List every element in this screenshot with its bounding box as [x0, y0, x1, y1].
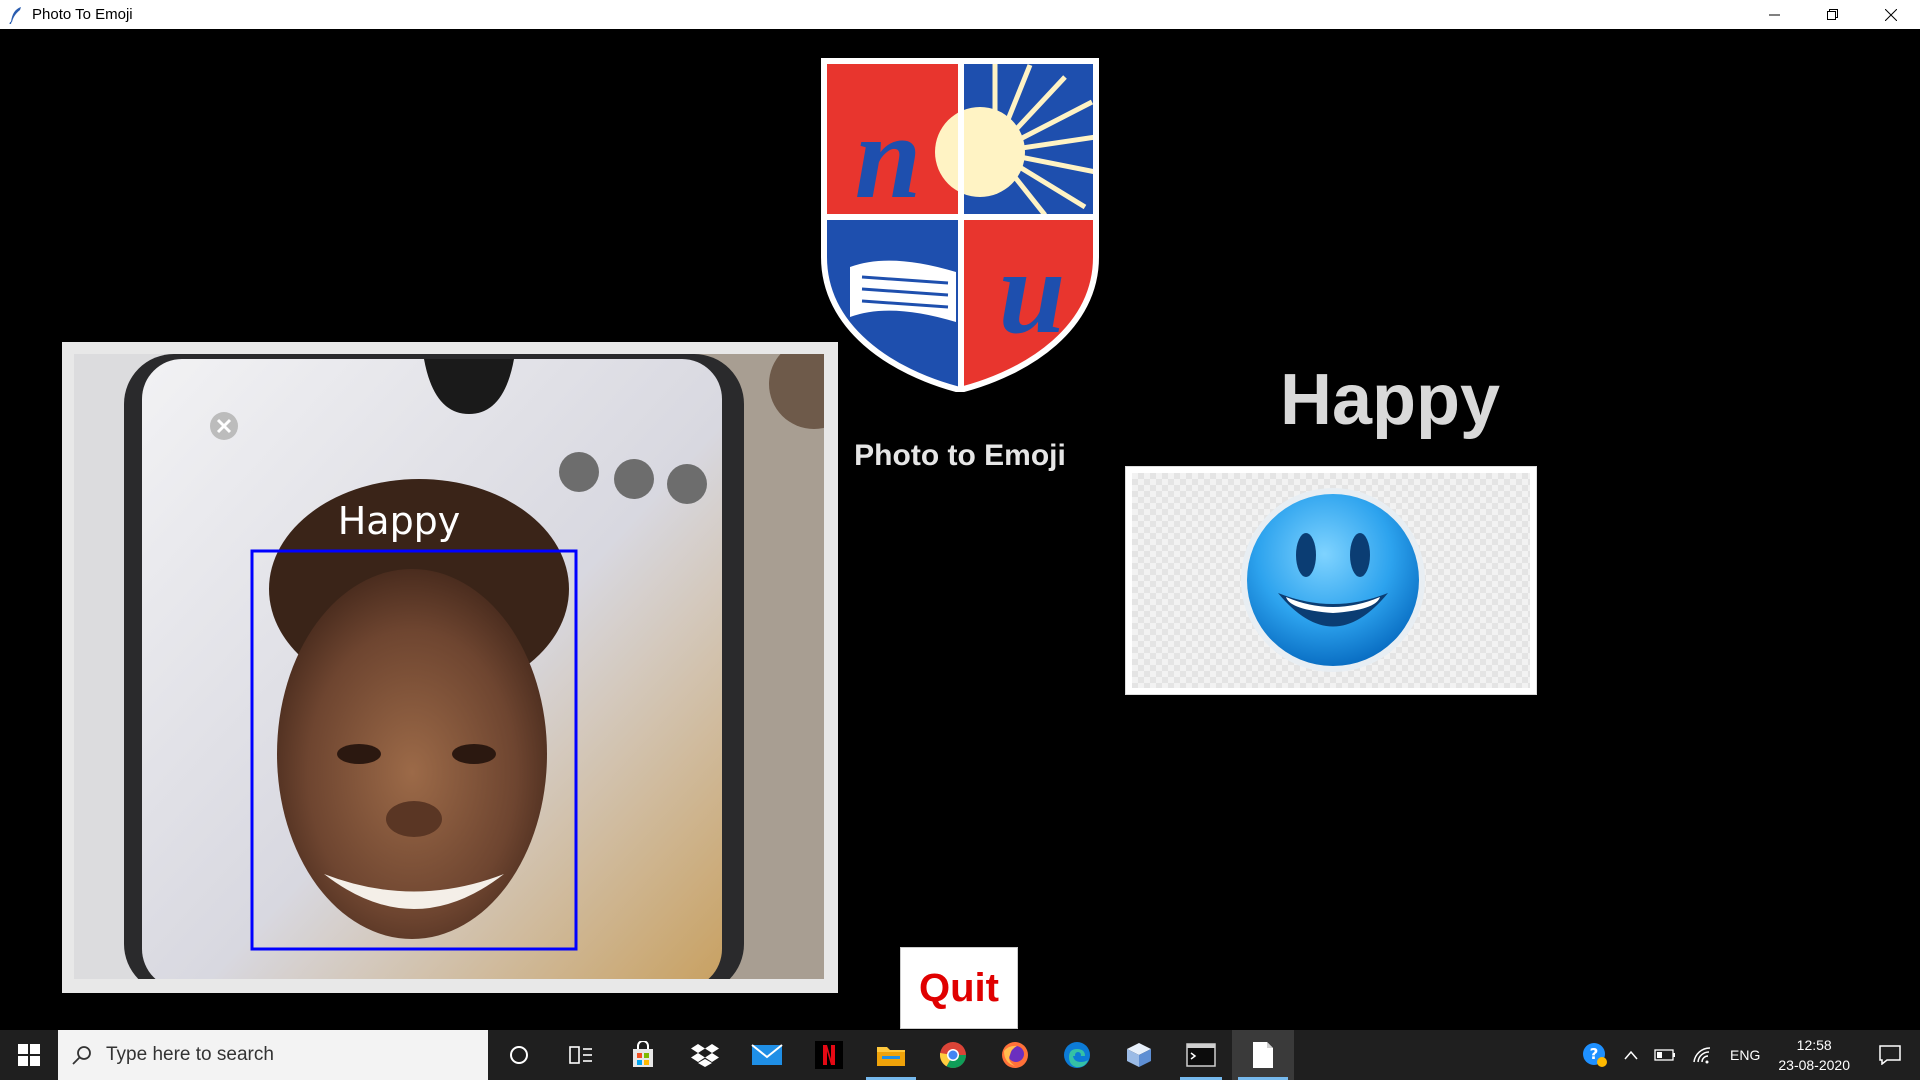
chrome-icon: [939, 1042, 967, 1069]
wifi-icon: [1693, 1047, 1711, 1064]
emoji-panel: [1125, 466, 1537, 695]
task-view-icon: [569, 1046, 592, 1064]
title-bar: Photo To Emoji: [0, 0, 1920, 29]
store-icon: [633, 1041, 653, 1067]
university-logo: n u: [821, 58, 1099, 392]
video-emotion-label: Happy: [338, 499, 461, 543]
help-icon: ?: [1583, 1043, 1608, 1067]
start-button[interactable]: [0, 1030, 58, 1080]
close-icon: [1885, 8, 1897, 21]
detected-emotion-heading: Happy: [1279, 360, 1501, 440]
action-center-button[interactable]: [1860, 1030, 1920, 1080]
minimize-icon: [1769, 14, 1780, 15]
chrome-button[interactable]: [922, 1030, 984, 1080]
edge-button[interactable]: [1046, 1030, 1108, 1080]
netflix-button[interactable]: [798, 1030, 860, 1080]
notepad-icon: [1253, 1042, 1273, 1068]
mail-icon: [751, 1044, 783, 1065]
box-app-icon: [1127, 1043, 1151, 1067]
help-tray-button[interactable]: ?: [1574, 1030, 1616, 1080]
wifi-tray-button[interactable]: [1684, 1030, 1722, 1080]
feather-icon: [6, 5, 26, 25]
store-button[interactable]: [612, 1030, 674, 1080]
close-button[interactable]: [1862, 0, 1920, 29]
battery-tray-button[interactable]: [1646, 1030, 1684, 1080]
restore-button[interactable]: [1804, 0, 1862, 29]
notepad-button[interactable]: [1232, 1030, 1294, 1080]
webcam-video: Happy: [74, 354, 824, 979]
netflix-icon: [815, 1041, 843, 1069]
window-controls: [1746, 0, 1920, 29]
notification-icon: [1879, 1045, 1901, 1065]
clock-time: 12:58: [1796, 1037, 1832, 1053]
taskbar-search-box[interactable]: Type here to search: [58, 1030, 488, 1080]
file-explorer-button[interactable]: [860, 1030, 922, 1080]
dropbox-icon: [691, 1044, 719, 1067]
webcam-image: Happy: [74, 354, 824, 979]
clock[interactable]: 12:58 23-08-2020: [1768, 1035, 1860, 1075]
minimize-button[interactable]: [1746, 0, 1804, 29]
cortana-icon: [510, 1046, 528, 1064]
search-icon: [72, 1046, 91, 1065]
svg-text:?: ?: [1590, 1045, 1599, 1063]
firefox-button[interactable]: [984, 1030, 1046, 1080]
battery-icon: [1654, 1049, 1676, 1061]
task-view-button[interactable]: [550, 1030, 612, 1080]
firefox-icon: [1002, 1042, 1028, 1068]
video-feed-frame: Happy: [62, 342, 838, 993]
terminal-button[interactable]: [1170, 1030, 1232, 1080]
mail-button[interactable]: [736, 1030, 798, 1080]
chevron-up-icon: [1624, 1050, 1638, 1060]
happy-emoji-icon: [1241, 488, 1425, 672]
terminal-icon: [1186, 1043, 1216, 1067]
language-indicator[interactable]: ENG: [1722, 1030, 1768, 1080]
app-title: Photo to Emoji: [854, 439, 1066, 472]
edge-icon: [1064, 1042, 1090, 1068]
dropbox-button[interactable]: [674, 1030, 736, 1080]
show-hidden-icons-button[interactable]: [1616, 1030, 1646, 1080]
restore-icon: [1827, 8, 1838, 20]
system-tray: ? ENG 12:58 23-08-2020: [1574, 1030, 1920, 1080]
logo-letter-u: u: [999, 225, 1066, 358]
window-title: Photo To Emoji: [32, 6, 133, 23]
logo-letter-n: n: [855, 90, 922, 223]
quit-button[interactable]: Quit: [900, 947, 1018, 1029]
windows-icon: [18, 1044, 40, 1066]
file-explorer-icon: [877, 1047, 905, 1066]
clock-date: 23-08-2020: [1778, 1057, 1850, 1073]
box-app-button[interactable]: [1108, 1030, 1170, 1080]
app-window: n u Photo to Emoji Happy Happy Quit: [0, 29, 1920, 1030]
cortana-button[interactable]: [488, 1030, 550, 1080]
taskbar: Type here to search ? ENG 12:58 23-08-20…: [0, 1030, 1920, 1080]
search-placeholder: Type here to search: [106, 1044, 274, 1065]
